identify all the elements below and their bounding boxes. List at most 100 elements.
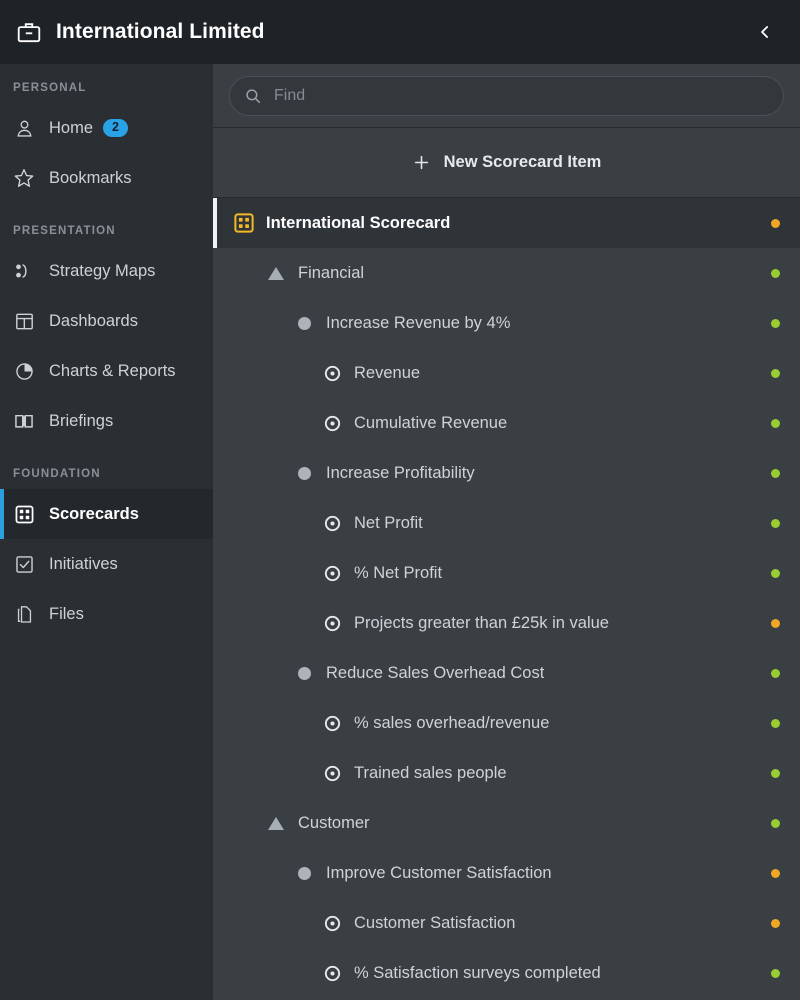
tree-row[interactable]: Increase Revenue by 4% <box>213 298 800 348</box>
tree-row-label: International Scorecard <box>266 213 451 232</box>
sidebar-item-label: Scorecards <box>49 504 139 523</box>
sidebar-item-initiatives[interactable]: Initiatives <box>0 539 213 589</box>
sidebar-item-strategy-maps[interactable]: Strategy Maps <box>0 246 213 296</box>
sidebar-item-home[interactable]: Home 2 <box>0 103 213 153</box>
tree-row[interactable]: Trained sales people <box>213 748 800 798</box>
tree-row-label: Customer Satisfaction <box>354 913 516 932</box>
sidebar-item-label: Strategy Maps <box>49 261 156 280</box>
tree-row-label: Cumulative Revenue <box>354 413 508 432</box>
objective-bullet-icon <box>293 862 315 884</box>
status-badge <box>771 818 780 828</box>
tree-row[interactable]: Reduce Sales Overhead Cost <box>213 648 800 698</box>
measure-target-icon <box>321 712 343 734</box>
sidebar-item-label: Charts & Reports <box>49 361 176 380</box>
measure-target-icon <box>321 612 343 634</box>
status-badge <box>771 568 780 578</box>
measure-target-icon <box>321 412 343 434</box>
status-badge <box>771 518 780 528</box>
user-icon <box>13 117 35 139</box>
tree-row[interactable]: % sales overhead/revenue <box>213 698 800 748</box>
briefcase-icon <box>16 19 42 45</box>
triangle-up-icon[interactable] <box>265 812 287 834</box>
tree-row-label: Revenue <box>354 363 421 382</box>
tree-row[interactable]: Customer Satisfaction <box>213 898 800 948</box>
measure-target-icon <box>321 512 343 534</box>
tree-row-label: Customer <box>298 813 370 832</box>
tree-row-label: Financial <box>298 263 365 282</box>
objective-bullet-icon <box>293 312 315 334</box>
pie-chart-icon <box>13 360 35 382</box>
tree-row-label: Increase Profitability <box>326 463 475 482</box>
tree-row[interactable]: Increase Profitability <box>213 448 800 498</box>
measure-target-icon <box>321 562 343 584</box>
checkbox-icon <box>13 553 35 575</box>
book-icon <box>13 410 35 432</box>
tree-row-label: Reduce Sales Overhead Cost <box>326 663 545 682</box>
objective-bullet-icon <box>293 462 315 484</box>
plus-icon <box>412 153 431 172</box>
sidebar-item-charts-reports[interactable]: Charts & Reports <box>0 346 213 396</box>
search-input[interactable] <box>274 86 769 105</box>
sidebar-item-bookmarks[interactable]: Bookmarks <box>0 153 213 203</box>
sidebar-item-label: Dashboards <box>49 311 138 330</box>
tree-row[interactable]: Cumulative Revenue <box>213 398 800 448</box>
search-box[interactable] <box>229 75 784 116</box>
new-scorecard-item-label: New Scorecard Item <box>443 153 602 171</box>
tree-row[interactable]: % Satisfaction surveys completed <box>213 948 800 998</box>
tree-row-label: % sales overhead/revenue <box>354 713 550 732</box>
tree-row[interactable]: International Scorecard <box>213 198 800 248</box>
status-badge <box>771 418 780 428</box>
status-badge <box>771 468 780 478</box>
sidebar-item-files[interactable]: Files <box>0 589 213 639</box>
sidebar-item-label: Initiatives <box>49 554 118 573</box>
tree-row-label: Net Profit <box>354 513 423 532</box>
status-badge <box>771 868 780 878</box>
status-badge <box>771 768 780 778</box>
nav-group-foundation: FOUNDATION Scorecards Initiatives Files <box>0 468 213 639</box>
tree-row-label: Projects greater than £25k in value <box>354 613 609 632</box>
status-badge <box>771 718 780 728</box>
file-icon <box>13 603 35 625</box>
measure-target-icon <box>321 362 343 384</box>
tree-row-label: % Satisfaction surveys completed <box>354 963 601 982</box>
tree-row[interactable]: Customer <box>213 798 800 848</box>
triangle-up-icon[interactable] <box>265 262 287 284</box>
sidebar-item-briefings[interactable]: Briefings <box>0 396 213 446</box>
status-badge <box>771 268 780 278</box>
sidebar-item-scorecards[interactable]: Scorecards <box>0 489 213 539</box>
sidebar-item-label: Files <box>49 604 84 623</box>
status-badge <box>771 318 780 328</box>
nav-group-label: PERSONAL <box>13 82 87 94</box>
top-bar: International Limited <box>0 0 800 64</box>
measure-target-icon <box>321 962 343 984</box>
measure-target-icon <box>321 912 343 934</box>
status-badge <box>771 618 780 628</box>
tree-row-label: Improve Customer Satisfaction <box>326 863 552 882</box>
measure-target-icon <box>321 762 343 784</box>
chevron-left-icon[interactable] <box>748 12 782 52</box>
app-window: International Limited PERSONAL Home 2 Bo… <box>0 0 800 1000</box>
sidebar-item-label: Home <box>49 118 94 137</box>
status-badge <box>771 968 780 978</box>
window-body: PERSONAL Home 2 Bookmarks PRESENTATION S… <box>0 64 800 1000</box>
tree-row[interactable]: Improve Customer Satisfaction <box>213 848 800 898</box>
nav-group-label: PRESENTATION <box>13 225 116 237</box>
tree-row[interactable]: % Net Profit <box>213 548 800 598</box>
new-scorecard-item-button[interactable]: New Scorecard Item <box>213 128 800 198</box>
tree-row-label: % Net Profit <box>354 563 443 582</box>
status-badge <box>771 668 780 678</box>
status-badge <box>771 918 780 928</box>
star-icon <box>13 167 35 189</box>
tree-row[interactable]: Financial <box>213 248 800 298</box>
tree-row[interactable]: Revenue <box>213 348 800 398</box>
dashboard-icon <box>13 310 35 332</box>
main-panel: New Scorecard Item International Scoreca… <box>213 64 800 1000</box>
scorecard-tree: International Scorecard Financial Increase… <box>213 198 800 1000</box>
status-badge <box>771 368 780 378</box>
tree-row[interactable]: Projects greater than £25k in value <box>213 598 800 648</box>
sidebar-item-dashboards[interactable]: Dashboards <box>0 296 213 346</box>
sidebar: PERSONAL Home 2 Bookmarks PRESENTATION S… <box>0 64 213 1000</box>
tree-row[interactable]: Net Profit <box>213 498 800 548</box>
nav-group-label: FOUNDATION <box>13 468 101 480</box>
nav-group-personal: PERSONAL Home 2 Bookmarks <box>0 82 213 203</box>
